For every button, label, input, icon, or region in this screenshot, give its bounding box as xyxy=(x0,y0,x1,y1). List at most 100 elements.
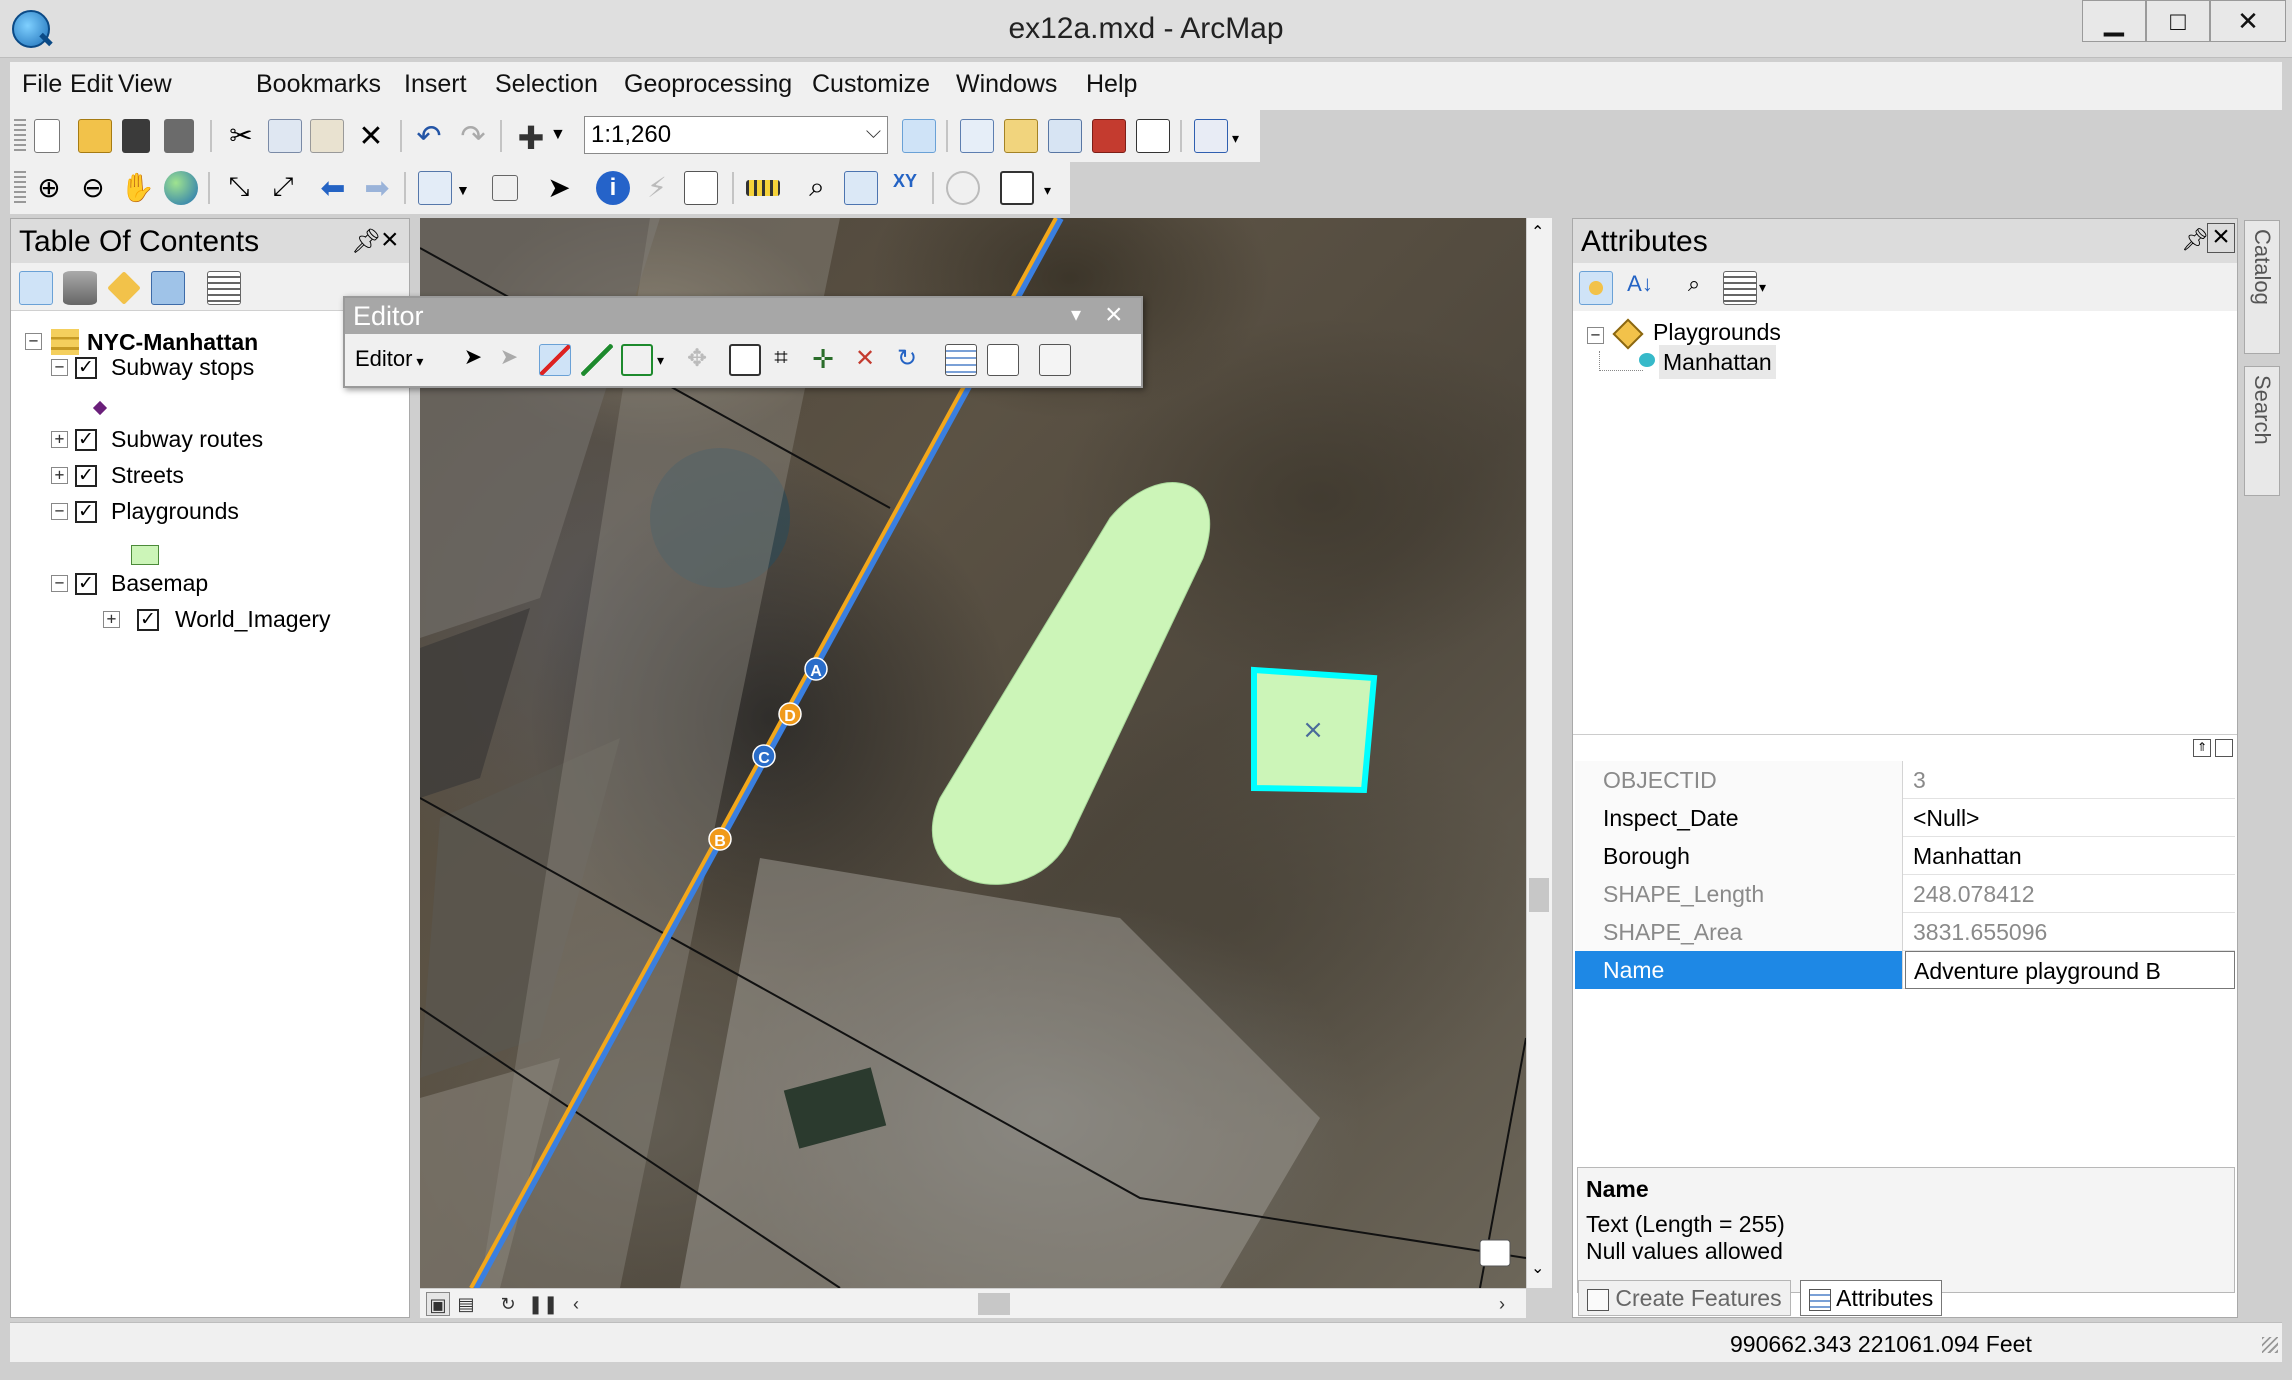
editor-toolbar-toggle-icon[interactable] xyxy=(902,119,936,153)
trace-icon[interactable] xyxy=(621,344,653,376)
collapse-icon[interactable]: − xyxy=(25,333,42,350)
related-records-icon[interactable]: ⌕ xyxy=(1677,271,1711,305)
close-window-button[interactable]: ✕ xyxy=(2210,0,2286,42)
scroll-left-icon[interactable]: ‹ xyxy=(564,1292,588,1316)
sketch-properties-icon[interactable] xyxy=(987,344,1019,376)
delete-icon[interactable]: ✕ xyxy=(354,119,388,153)
collapse-icon[interactable]: − xyxy=(51,359,68,376)
layer-subway-routes[interactable]: Subway routes xyxy=(111,422,263,456)
menu-help[interactable]: Help xyxy=(1086,70,1137,99)
attribute-row[interactable]: OBJECTID 3 xyxy=(1575,761,2235,799)
list-by-source-icon[interactable] xyxy=(63,271,97,305)
create-features-icon[interactable] xyxy=(1039,344,1071,376)
point-symbol-icon[interactable] xyxy=(92,400,108,416)
html-popup-icon[interactable] xyxy=(684,171,718,205)
subway-station-c[interactable]: C xyxy=(752,744,776,768)
layer-basemap[interactable]: Basemap xyxy=(111,566,208,600)
add-data-dropdown-icon[interactable]: ▼ xyxy=(550,126,584,160)
layer-visibility-checkbox[interactable]: ✓ xyxy=(75,501,97,523)
go-back-icon[interactable]: ⬅ xyxy=(316,171,350,205)
python-window-icon[interactable] xyxy=(1136,119,1170,153)
scrollbar-thumb[interactable] xyxy=(1529,878,1549,912)
collapse-icon[interactable]: − xyxy=(1587,327,1604,344)
minimize-button[interactable]: ▁ xyxy=(2082,0,2146,42)
resize-grip-icon[interactable] xyxy=(2262,1337,2278,1353)
menu-bookmarks[interactable]: Bookmarks xyxy=(256,70,381,99)
subway-station-d[interactable]: D xyxy=(778,702,802,726)
tab-attributes[interactable]: Attributes xyxy=(1800,1280,1943,1316)
list-by-selection-icon[interactable] xyxy=(151,271,185,305)
split-panel-icon[interactable] xyxy=(2215,739,2233,757)
menu-view[interactable]: View xyxy=(118,70,172,99)
options-dropdown-icon[interactable]: ▾ xyxy=(1759,279,1773,313)
pin-icon[interactable]: 📌︎ xyxy=(351,227,381,256)
close-icon[interactable]: × xyxy=(1105,298,1123,332)
print-icon[interactable] xyxy=(164,119,194,153)
list-by-drawing-order-icon[interactable] xyxy=(19,271,53,305)
expand-icon[interactable]: + xyxy=(103,611,120,628)
list-by-visibility-icon[interactable] xyxy=(107,271,141,305)
straight-segment-icon[interactable] xyxy=(539,344,571,376)
collapse-icon[interactable]: − xyxy=(51,575,68,592)
editor-menu-button[interactable]: Editor ▾ xyxy=(349,342,429,378)
attribute-row[interactable]: SHAPE_Area 3831.655096 xyxy=(1575,913,2235,951)
menu-file[interactable]: File xyxy=(22,70,62,99)
attribute-row[interactable]: SHAPE_Length 248.078412 xyxy=(1575,875,2235,913)
field-value[interactable]: Manhattan xyxy=(1905,837,2235,875)
open-folder-icon[interactable] xyxy=(78,119,112,153)
menu-geoprocessing[interactable]: Geoprocessing xyxy=(624,70,792,99)
chevron-down-icon[interactable]: ⌵ xyxy=(866,121,881,144)
show-by-layer-icon[interactable] xyxy=(1579,271,1613,305)
reshape-feature-icon[interactable] xyxy=(729,344,761,376)
construction-dropdown-icon[interactable]: ▾ xyxy=(657,352,671,384)
catalog-side-tab[interactable]: Catalog xyxy=(2244,220,2280,354)
maximize-button[interactable]: □ xyxy=(2146,0,2210,42)
attribute-row[interactable]: Inspect_Date <Null> xyxy=(1575,799,2235,837)
end-point-arc-icon[interactable] xyxy=(581,344,613,376)
search-side-tab[interactable]: Search xyxy=(2244,366,2280,496)
save-icon[interactable] xyxy=(122,119,150,153)
layer-visibility-checkbox[interactable]: ✓ xyxy=(75,465,97,487)
cut-polygons-icon[interactable]: ⌗ xyxy=(765,344,797,376)
menu-edit[interactable]: Edit xyxy=(70,70,113,99)
toolbar-options-icon[interactable]: ▾ xyxy=(1071,302,1081,327)
select-dropdown-icon[interactable]: ▼ xyxy=(456,182,470,216)
collapse-icon[interactable]: − xyxy=(51,503,68,520)
map-vertical-scrollbar[interactable]: ⌃ ⌄ xyxy=(1526,218,1552,1288)
sort-ascending-icon[interactable]: A↓ xyxy=(1623,271,1657,305)
redo-icon[interactable]: ↷ xyxy=(456,119,490,153)
tree-layer-playgrounds[interactable]: Playgrounds xyxy=(1653,315,1781,349)
new-document-icon[interactable] xyxy=(34,119,60,153)
menu-insert[interactable]: Insert xyxy=(404,70,467,99)
scroll-right-icon[interactable]: › xyxy=(1490,1292,1514,1316)
scrollbar-thumb[interactable] xyxy=(978,1293,1010,1315)
toc-options-icon[interactable] xyxy=(207,271,241,305)
find-route-icon[interactable] xyxy=(844,171,878,205)
pause-drawing-icon[interactable]: ❚❚ xyxy=(528,1292,558,1316)
expand-icon[interactable]: + xyxy=(51,467,68,484)
attributes-window-icon[interactable] xyxy=(945,344,977,376)
time-slider-icon[interactable] xyxy=(946,171,980,205)
cut-icon[interactable]: ✂ xyxy=(224,119,258,153)
arctoolbox-icon[interactable] xyxy=(1092,119,1126,153)
paste-icon[interactable] xyxy=(310,119,344,153)
toolbar-options-icon[interactable]: ▾ xyxy=(1044,182,1060,216)
scroll-up-icon[interactable]: ⌃ xyxy=(1531,222,1544,242)
menu-customize[interactable]: Customize xyxy=(812,70,930,99)
field-value[interactable]: <Null> xyxy=(1905,799,2235,837)
subway-station-a[interactable]: A xyxy=(804,657,828,681)
polygon-symbol-icon[interactable] xyxy=(131,545,159,565)
menu-windows[interactable]: Windows xyxy=(956,70,1057,99)
split-tool-icon[interactable]: ✛ xyxy=(807,344,839,376)
layer-visibility-checkbox[interactable]: ✓ xyxy=(75,429,97,451)
find-binoculars-icon[interactable]: ⌕ xyxy=(800,171,834,205)
rotate-icon[interactable]: ↻ xyxy=(891,344,923,376)
add-data-icon[interactable]: ✚ xyxy=(514,119,548,156)
close-icon[interactable]: × xyxy=(381,223,399,257)
map-scale-combobox[interactable]: 1:1,260 ⌵ xyxy=(584,116,888,154)
layer-visibility-checkbox[interactable]: ✓ xyxy=(137,609,159,631)
name-value-input[interactable]: Adventure playground B xyxy=(1905,951,2235,989)
fixed-zoom-in-icon[interactable]: ⤡ xyxy=(222,171,256,205)
collapse-panel-icon[interactable]: ⇑ xyxy=(2193,739,2211,757)
refresh-icon[interactable]: ↻ xyxy=(496,1292,520,1316)
